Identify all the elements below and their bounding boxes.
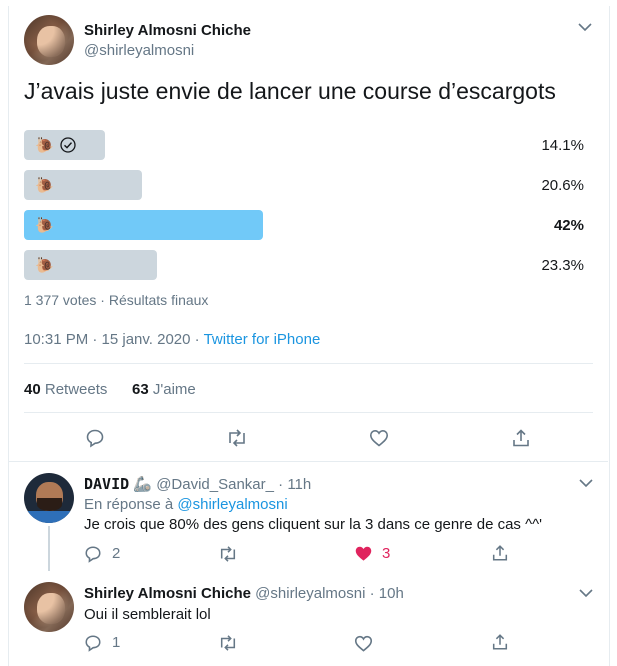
check-circle-icon (60, 137, 76, 153)
reply-avatar[interactable] (24, 473, 74, 523)
poll-option: 🐌 20.6% (24, 170, 584, 200)
likes-label: J'aime (152, 381, 196, 398)
reply-header: Shirley Almosni Chiche @shirleyalmosni ·… (84, 585, 404, 602)
likes-count: 63 (132, 381, 149, 398)
retweet-icon[interactable] (218, 634, 238, 652)
divider (9, 461, 608, 462)
poll-option: 🐌 23.3% (24, 250, 584, 280)
author-avatar[interactable] (24, 15, 74, 65)
author-name[interactable]: Shirley Almosni Chiche (84, 22, 251, 39)
arm-emoji: 🦾 (133, 476, 153, 493)
snail-emoji: 🐌 (35, 217, 54, 234)
snail-emoji: 🐌 (35, 137, 54, 154)
like-count: 3 (382, 545, 391, 562)
poll-option: 🐌 42% (24, 210, 584, 240)
author-handle[interactable]: @shirleyalmosni (84, 42, 194, 59)
reply-author-name[interactable]: DAVID (84, 475, 129, 493)
share-icon[interactable] (511, 428, 531, 448)
reply-to-prefix: En réponse à (84, 496, 174, 513)
reply-icon[interactable] (85, 428, 105, 448)
retweets-label: Retweets (44, 381, 108, 398)
poll-option: 🐌 14.1% (24, 130, 584, 160)
poll-summary: 1 377 votes · Résultats finaux (24, 292, 209, 308)
chevron-down-icon[interactable] (579, 478, 593, 488)
retweet-icon[interactable] (218, 545, 238, 563)
snail-emoji: 🐌 (35, 177, 54, 194)
reply-count: 1 (112, 634, 121, 651)
share-icon[interactable] (491, 544, 509, 562)
poll-bar-winner (24, 210, 263, 240)
divider (24, 363, 593, 364)
reply-time[interactable]: · 11h (278, 476, 311, 493)
source-link[interactable]: Twitter for iPhone (204, 331, 321, 348)
reply-author-handle[interactable]: @shirleyalmosni (255, 585, 365, 602)
share-icon[interactable] (491, 633, 509, 651)
tweet-meta: 10:31 PM · 15 janv. 2020 · Twitter for i… (24, 331, 320, 348)
reply-time[interactable]: · 10h (370, 585, 404, 602)
reply-author-handle[interactable]: @David_Sankar_ (156, 476, 274, 493)
tweet-text: J’avais juste envie de lancer une course… (24, 78, 556, 104)
timestamp[interactable]: 10:31 PM · 15 janv. 2020 (24, 331, 191, 348)
reply-author-name[interactable]: Shirley Almosni Chiche (84, 585, 251, 602)
like-icon[interactable] (354, 635, 373, 652)
likes-stat[interactable]: 63 J'aime (132, 381, 196, 398)
retweets-count: 40 (24, 381, 41, 398)
reply-header: DAVID 🦾 @David_Sankar_ · 11h (84, 475, 311, 493)
thread-line (48, 526, 50, 571)
poll-percent: 20.6% (541, 177, 584, 194)
retweets-stat[interactable]: 40 Retweets (24, 381, 107, 398)
poll-percent: 42% (553, 217, 584, 234)
reply-avatar[interactable] (24, 582, 74, 632)
reply-icon[interactable] (84, 545, 102, 563)
poll-percent: 14.1% (541, 137, 584, 154)
poll-percent: 23.3% (541, 257, 584, 274)
retweet-icon[interactable] (226, 428, 248, 448)
meta-separator: · (190, 331, 204, 348)
like-icon[interactable] (369, 429, 389, 447)
reply-to-handle[interactable]: @shirleyalmosni (177, 496, 287, 513)
reply-count: 2 (112, 545, 121, 562)
snail-emoji: 🐌 (35, 257, 54, 274)
divider (24, 412, 593, 413)
chevron-down-icon[interactable] (578, 22, 592, 32)
reply-text: Je crois que 80% des gens cliquent sur l… (84, 516, 543, 533)
chevron-down-icon[interactable] (579, 588, 593, 598)
reply-icon[interactable] (84, 634, 102, 652)
reply-to-line: En réponse à @shirleyalmosni (84, 496, 288, 513)
poll: 🐌 14.1% 🐌 20.6% 🐌 42% 🐌 23.3% (24, 130, 584, 280)
reply-text: Oui il semblerait lol (84, 606, 211, 623)
liked-heart-icon[interactable] (354, 545, 373, 562)
